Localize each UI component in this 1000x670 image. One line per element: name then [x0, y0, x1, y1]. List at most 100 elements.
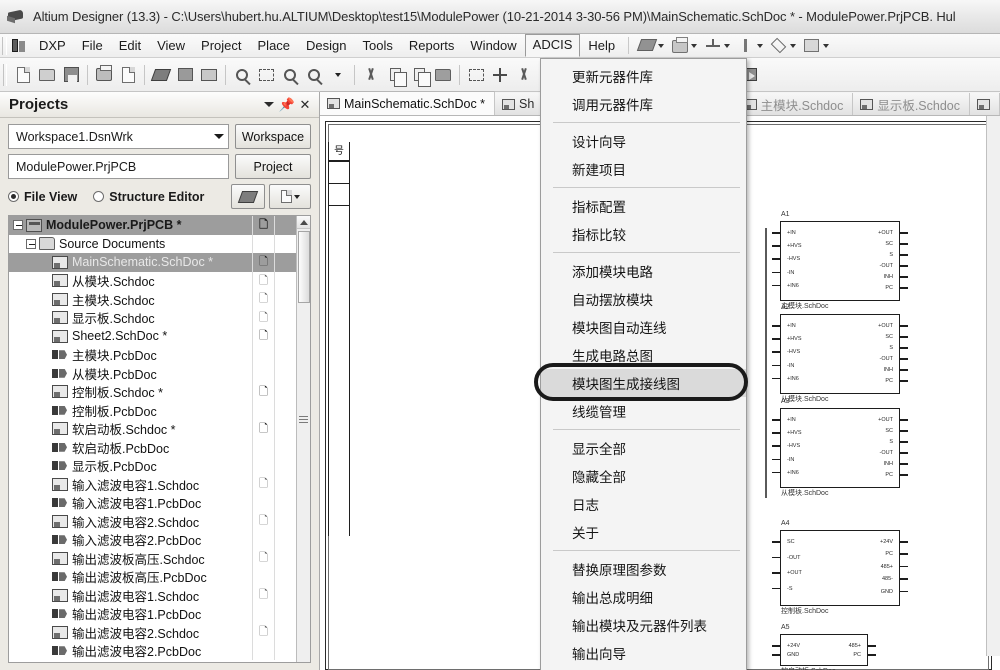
sheet-icon[interactable] — [197, 63, 221, 87]
layers-icon[interactable] — [231, 184, 265, 209]
scroll-up-icon[interactable] — [297, 216, 310, 229]
pin-dropdown-icon[interactable] — [757, 43, 764, 48]
print-preview-icon[interactable] — [116, 63, 140, 87]
tree-item[interactable]: 输出滤波电容1.PcbDoc — [9, 604, 296, 623]
menu-item-place[interactable]: Place — [250, 35, 299, 57]
project-tree[interactable]: ModulePower.PrjPCB * 🗋 Source Documents Mai… — [8, 215, 311, 663]
ground-dropdown-icon[interactable] — [724, 43, 731, 48]
tree-item[interactable]: 控制板.PcbDoc — [9, 401, 296, 420]
file-view-radio[interactable]: File View — [8, 190, 77, 204]
save-icon[interactable] — [59, 63, 83, 87]
tree-expander-icon[interactable] — [13, 220, 23, 231]
zoom-area-icon[interactable] — [254, 63, 278, 87]
menu-item[interactable]: 模块图自动连线 — [541, 313, 746, 341]
project-combo[interactable]: ModulePower.PrjPCB — [8, 154, 229, 179]
tree-item[interactable]: 主模块.Schdoc 🗋 — [9, 290, 296, 309]
schematic-block[interactable]: A3 从模块.SchDoc +IN +HVS -HVS -IN +IN6 +OUT SC S -OU… — [772, 398, 908, 497]
menu-item-tools[interactable]: Tools — [355, 35, 401, 57]
toolbar-drag-handle[interactable] — [3, 63, 7, 86]
tree-item[interactable]: MainSchematic.SchDoc * 🗋 — [9, 253, 296, 272]
menu-item[interactable]: 指标配置 — [541, 192, 746, 220]
zoom-in-icon[interactable] — [278, 63, 302, 87]
workspace-button[interactable]: Workspace — [235, 124, 311, 149]
tab-zhumokuai[interactable]: 主模块.Schdoc — [736, 93, 854, 115]
menu-item[interactable]: 设计向导 — [541, 127, 746, 155]
tree-item[interactable]: 输出滤波电容1.Schdoc 🗋 — [9, 586, 296, 605]
schematic-block[interactable]: A5 软启动板.SchDoc +24V GND 485+ PC — [772, 624, 876, 670]
structure-editor-radio[interactable]: Structure Editor — [93, 190, 204, 204]
menu-item[interactable]: 线缆管理 — [541, 397, 746, 425]
tree-item[interactable]: 输出滤波电容2.Schdoc 🗋 — [9, 623, 296, 642]
zoom-selected-icon[interactable] — [302, 63, 326, 87]
pin-icon[interactable] — [737, 37, 754, 54]
tree-item[interactable]: ModulePower.PrjPCB * 🗋 — [9, 216, 296, 235]
adcis-dropdown-menu[interactable]: 更新元器件库 调用元器件库 设计向导 新建项目 指标配置 指标比较 添加模块电路 自动摆放模块… — [534, 58, 748, 670]
tab-xianshiban[interactable]: 显示板.Schdoc — [853, 93, 970, 115]
tree-item[interactable]: 从模块.PcbDoc — [9, 364, 296, 383]
print-icon[interactable] — [92, 63, 116, 87]
menu-item[interactable]: 输出模块及元器件列表 — [541, 611, 746, 639]
paste-special-icon[interactable] — [431, 63, 455, 87]
menu-item[interactable]: 添加模块电路 — [541, 257, 746, 285]
menu-item-file[interactable]: File — [74, 35, 111, 57]
menu-item-reports[interactable]: Reports — [401, 35, 463, 57]
new-document-icon[interactable] — [11, 63, 35, 87]
move-icon[interactable] — [488, 63, 512, 87]
menu-item-design[interactable]: Design — [298, 35, 354, 57]
schematic-block[interactable]: A1 主模块.SchDoc +IN +HVS -HVS -IN +IN6 +OUT SC S -OU… — [772, 211, 908, 310]
menu-item[interactable]: 生成电路总图 — [541, 341, 746, 369]
tree-item[interactable]: 软启动板.PcbDoc — [9, 438, 296, 457]
menu-item-view[interactable]: View — [149, 35, 193, 57]
menu-item[interactable]: 显示全部 — [541, 434, 746, 462]
schematic-block[interactable]: A2 从模块.SchDoc +IN +HVS -HVS -IN +IN6 +OUT SC S -OU… — [772, 304, 908, 403]
tree-item[interactable]: 主模块.PcbDoc — [9, 345, 296, 364]
menu-item-project[interactable]: Project — [193, 35, 249, 57]
printer-dropdown-icon[interactable] — [691, 43, 698, 48]
menu-item[interactable]: 新建项目 — [541, 155, 746, 183]
chevron-down-icon[interactable] — [214, 134, 224, 139]
tree-item[interactable]: 输出滤波板高压.Schdoc 🗋 — [9, 549, 296, 568]
document-options-icon[interactable] — [269, 184, 311, 209]
tree-item[interactable]: 软启动板.Schdoc * 🗋 — [9, 419, 296, 438]
menu-item[interactable]: 指标比较 — [541, 220, 746, 248]
tab-mainschematic[interactable]: MainSchematic.SchDoc * — [320, 91, 496, 115]
menu-item[interactable]: 输出向导 — [541, 639, 746, 667]
tree-item[interactable]: 显示板.Schdoc 🗋 — [9, 308, 296, 327]
paste-icon[interactable] — [407, 63, 431, 87]
tree-item[interactable]: 从模块.Schdoc 🗋 — [9, 271, 296, 290]
menu-item[interactable]: 输出总成明细 — [541, 583, 746, 611]
workspace-combo[interactable]: Workspace1.DsnWrk — [8, 124, 229, 149]
menu-item[interactable]: 日志 — [541, 490, 746, 518]
port-icon[interactable] — [770, 37, 787, 54]
stack-icon[interactable] — [636, 37, 658, 54]
menu-item-adcis[interactable]: ADCIS — [524, 34, 581, 57]
schematic-block[interactable]: A4 控制板.SchDoc SC -OUT +OUT -S +24V PC 485+ 485- GN… — [772, 520, 908, 615]
grid-dropdown-icon[interactable] — [823, 43, 830, 48]
canvas-vertical-scrollbar[interactable] — [986, 116, 1000, 656]
tree-item[interactable]: 输入滤波电容1.Schdoc 🗋 — [9, 475, 296, 494]
tab-overflow-icon[interactable] — [970, 93, 1000, 115]
close-icon[interactable]: ✕ — [297, 97, 313, 113]
pcb-layers-icon[interactable] — [149, 63, 173, 87]
menu-item[interactable]: 调用元器件库 — [541, 90, 746, 118]
menu-item-window[interactable]: Window — [462, 35, 524, 57]
menu-item-help[interactable]: Help — [580, 35, 623, 57]
tree-item[interactable]: Source Documents — [9, 234, 296, 253]
menu-item-generate-wiring-diagram[interactable]: 模块图生成接线图 — [541, 369, 746, 397]
menu-item[interactable]: 隐藏全部 — [541, 462, 746, 490]
tree-item[interactable]: Sheet2.SchDoc * 🗋 — [9, 327, 296, 346]
grid-icon[interactable] — [803, 37, 820, 54]
menu-item[interactable]: 替换原理图参数 — [541, 555, 746, 583]
chevron-down-icon[interactable] — [261, 97, 277, 113]
pin-icon[interactable]: 📌 — [279, 97, 295, 113]
open-folder-icon[interactable] — [35, 63, 59, 87]
tree-item[interactable]: 输入滤波电容2.Schdoc 🗋 — [9, 512, 296, 531]
ground-icon[interactable] — [704, 37, 721, 54]
zoom-dropdown-icon[interactable] — [326, 63, 350, 87]
scrollbar-thumb[interactable] — [298, 231, 310, 303]
tree-item[interactable]: 输出滤波板高压.PcbDoc — [9, 567, 296, 586]
menu-item[interactable]: 关于 — [541, 518, 746, 546]
zoom-document-icon[interactable] — [230, 63, 254, 87]
tree-item[interactable]: 输入滤波电容2.PcbDoc — [9, 530, 296, 549]
copy-icon[interactable] — [383, 63, 407, 87]
